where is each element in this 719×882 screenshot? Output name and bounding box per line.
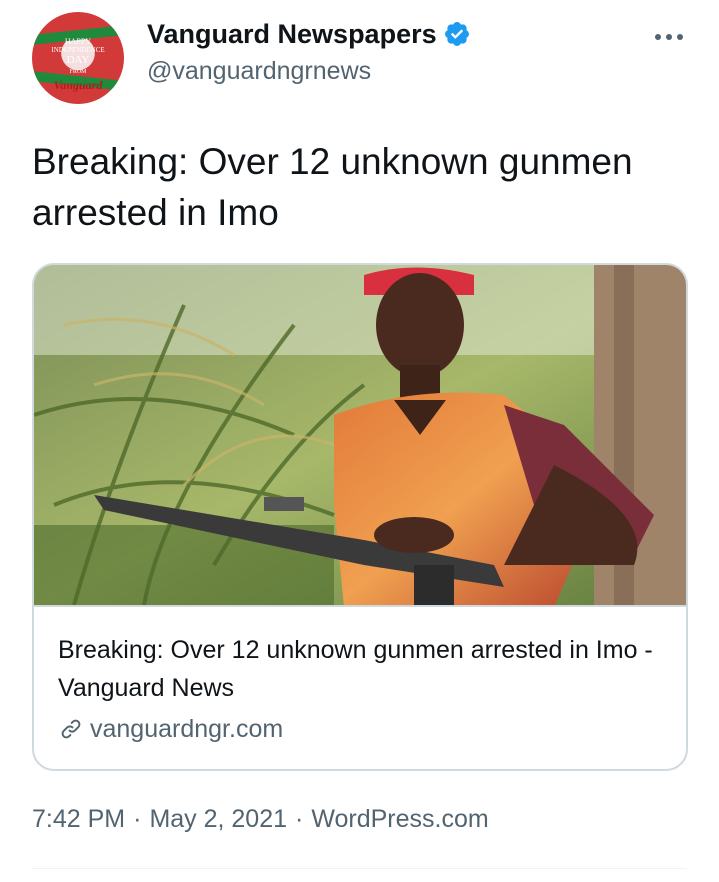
tweet-header: HAPPY INDEPENDENCE DAY FROM Vanguard Van… [32,12,687,104]
more-horizontal-icon [655,34,683,40]
card-body: Breaking: Over 12 unknown gunmen arreste… [34,609,686,769]
avatar-text-independence: INDEPENDENCE [51,46,105,54]
avatar-text-from: FROM [69,69,87,75]
meta-separator: · [133,805,142,833]
link-preview-card[interactable]: Breaking: Over 12 unknown gunmen arreste… [32,263,688,771]
card-image[interactable] [34,265,686,607]
divider [32,868,687,869]
card-domain: vanguardngr.com [90,715,284,743]
card-domain-row: vanguardngr.com [58,711,662,747]
photo-icon [34,265,686,605]
tweet-time[interactable]: 7:42 PM [32,805,125,833]
avatar-text-happy: HAPPY [64,37,92,46]
tweet-date[interactable]: May 2, 2021 [149,805,287,833]
link-icon [58,716,84,742]
tweet: HAPPY INDEPENDENCE DAY FROM Vanguard Van… [0,0,719,882]
avatar[interactable]: HAPPY INDEPENDENCE DAY FROM Vanguard [32,12,124,104]
tweet-text: Breaking: Over 12 unknown gunmen arreste… [32,141,633,233]
display-name-row: Vanguard Newspapers [147,18,471,50]
tweet-meta: 7:42 PM · May 2, 2021 · WordPress.com [32,802,489,836]
author-info: Vanguard Newspapers @vanguardngrnews [147,18,471,88]
more-options-button[interactable] [651,22,687,52]
card-title[interactable]: Breaking: Over 12 unknown gunmen arreste… [58,631,662,707]
display-name[interactable]: Vanguard Newspapers [147,18,437,50]
verified-badge-icon [443,20,471,48]
tweet-source[interactable]: WordPress.com [311,805,488,833]
handle[interactable]: @vanguardngrnews [147,54,471,88]
avatar-text-day: DAY [66,54,90,66]
avatar-logo-text: Vanguard [53,78,103,92]
meta-separator-2: · [295,805,304,833]
